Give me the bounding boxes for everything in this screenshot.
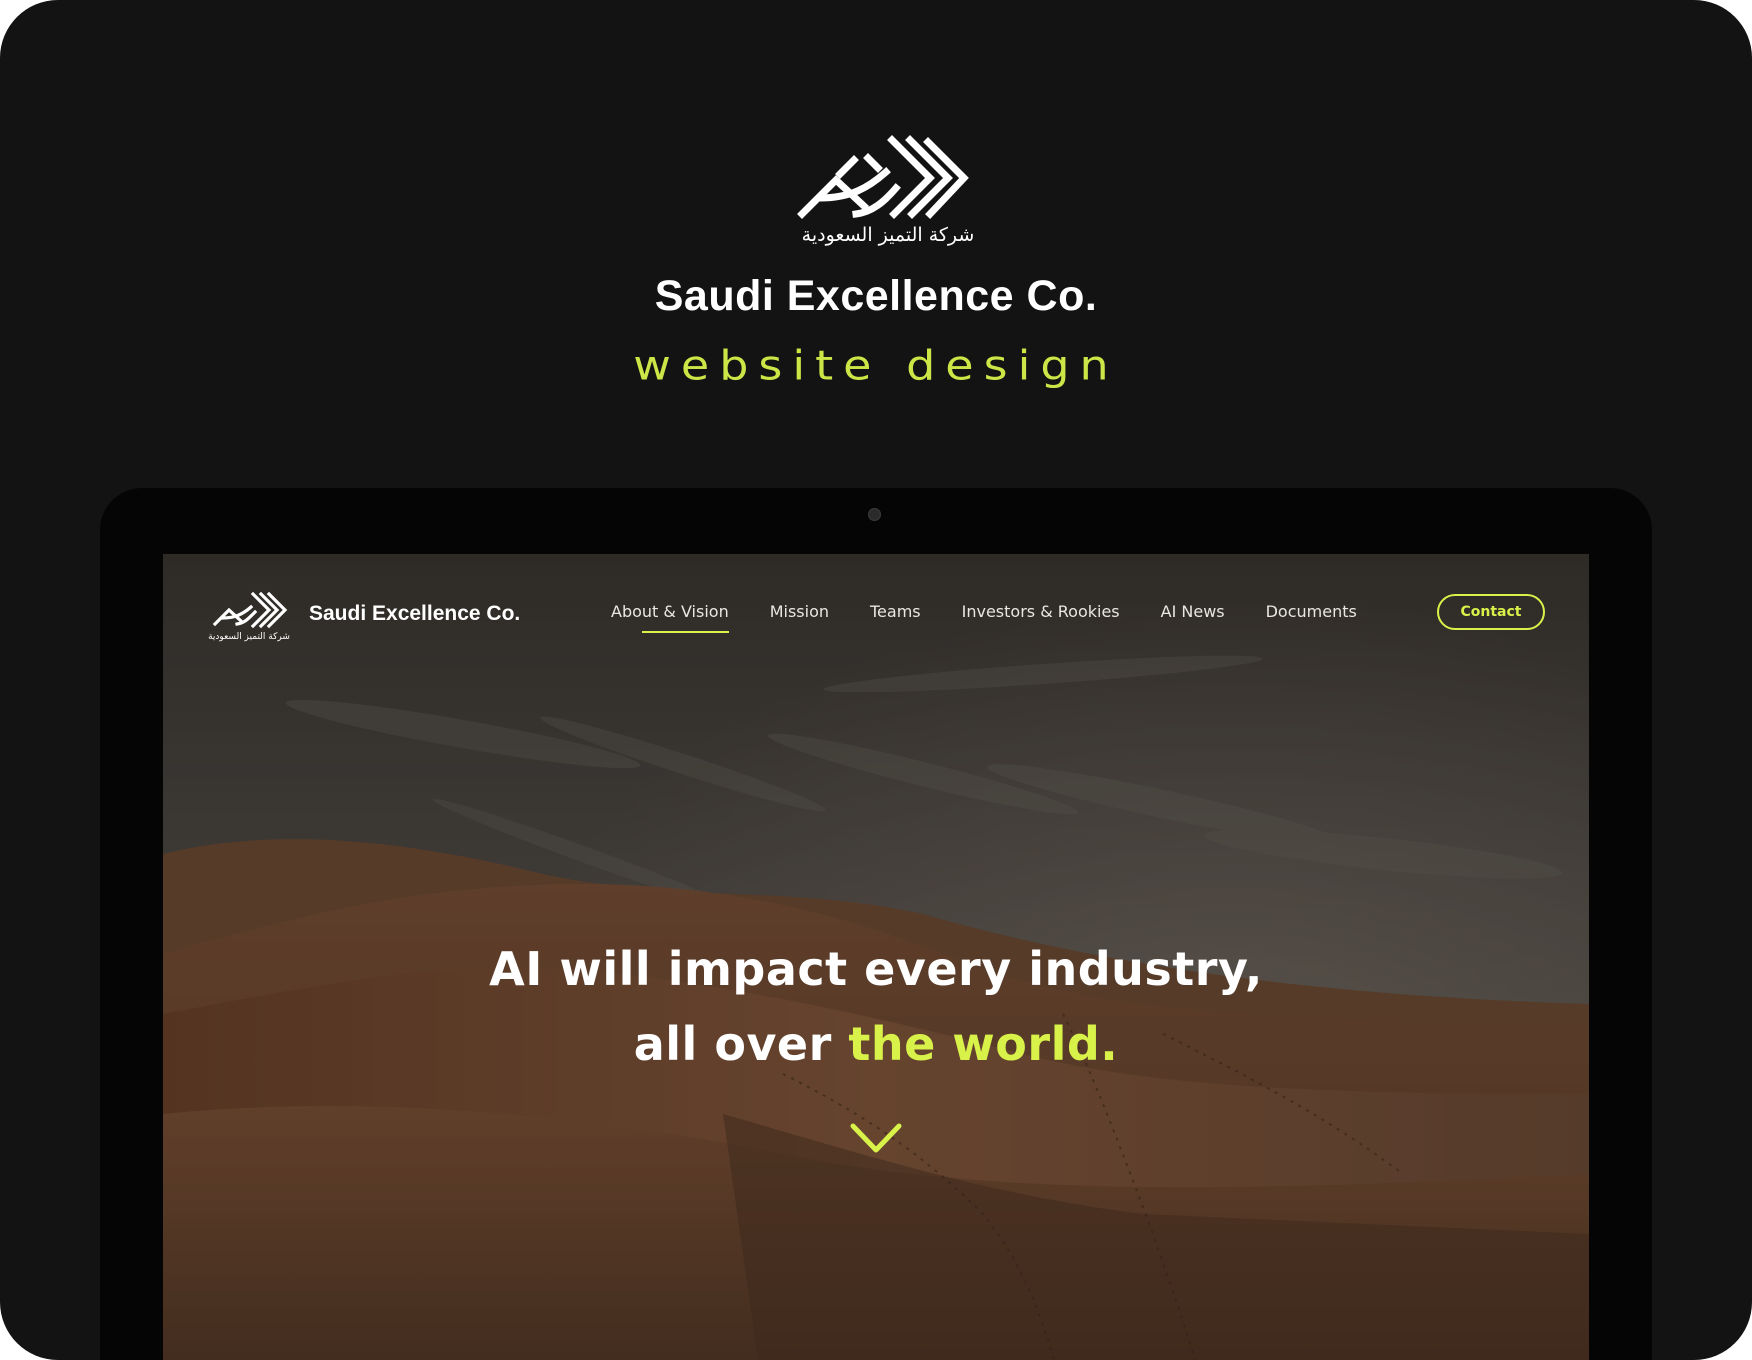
hero-line-1: AI will impact every industry, xyxy=(489,942,1263,996)
brand-logo: شركة التميز السعودية xyxy=(780,128,996,248)
nav-item-teams[interactable]: Teams xyxy=(870,602,921,621)
presentation-frame: شركة التميز السعودية Saudi Excellence Co… xyxy=(0,0,1752,1360)
laptop-camera xyxy=(868,508,881,521)
laptop-mockup: شركة التميز السعودية Saudi Excellence Co… xyxy=(100,488,1652,1360)
contact-button[interactable]: Contact xyxy=(1437,594,1545,630)
nav-item-ai-news[interactable]: AI News xyxy=(1161,602,1225,621)
nav-item-documents[interactable]: Documents xyxy=(1266,602,1357,621)
main-nav: About & Vision Mission Teams Investors &… xyxy=(611,602,1357,633)
nav-item-about-vision[interactable]: About & Vision xyxy=(611,602,729,633)
site-logo-arabic-text: شركة التميز السعودية xyxy=(208,632,290,642)
nav-item-mission[interactable]: Mission xyxy=(770,602,829,621)
site-logo[interactable]: شركة التميز السعودية xyxy=(201,590,299,642)
brand-logo-arabic-text: شركة التميز السعودية xyxy=(802,224,975,246)
nav-item-investors-rookies[interactable]: Investors & Rookies xyxy=(962,602,1120,621)
site-brand-name[interactable]: Saudi Excellence Co. xyxy=(309,602,520,626)
chevron-down-icon xyxy=(850,1123,902,1153)
website-screen: شركة التميز السعودية Saudi Excellence Co… xyxy=(163,554,1589,1360)
hero-headline: AI will impact every industry, all over … xyxy=(163,932,1589,1082)
presentation-subtitle: website design xyxy=(633,340,1119,390)
brand-logo-mark-icon: شركة التميز السعودية xyxy=(797,135,975,246)
site-logo-mark-icon: شركة التميز السعودية xyxy=(208,591,290,642)
hero-line-2: all over the world. xyxy=(163,1007,1589,1082)
scroll-down-button[interactable] xyxy=(847,1120,905,1156)
hero-line-2-accent: the world. xyxy=(848,1017,1119,1071)
hero-line-2-prefix: all over xyxy=(633,1017,849,1071)
presentation-title: Saudi Excellence Co. xyxy=(654,272,1098,320)
